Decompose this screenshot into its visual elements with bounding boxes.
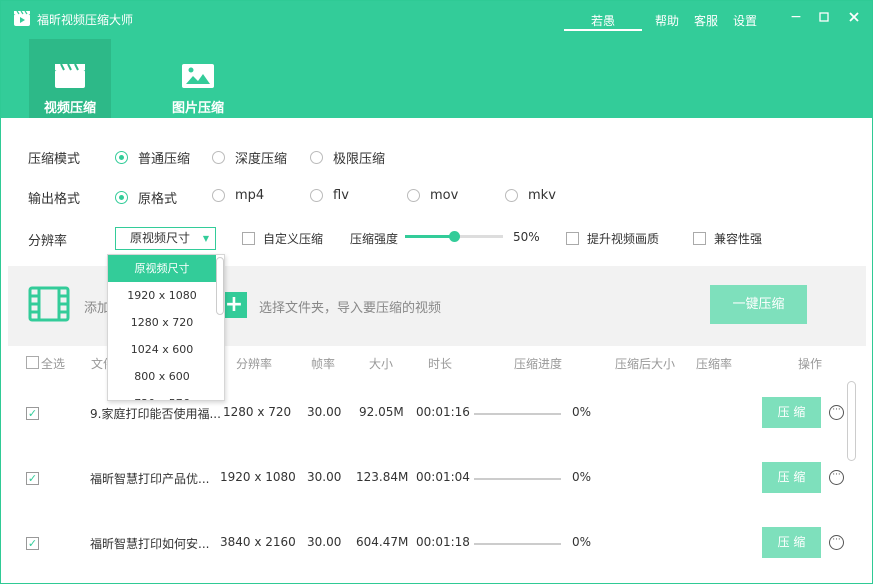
settings-link[interactable]: 设置 <box>733 12 757 29</box>
close-button[interactable] <box>846 8 862 26</box>
dropdown-option[interactable]: 1024 x 600 <box>108 336 216 363</box>
dropdown-option[interactable]: 原视频尺寸 <box>108 255 216 282</box>
table-scrollbar[interactable] <box>847 381 856 461</box>
plus-icon: + <box>224 292 244 317</box>
duration-value: 00:01:18 <box>416 535 470 549</box>
progress-bar <box>474 543 561 545</box>
header-action: 操作 <box>798 357 823 371</box>
app-title: 福昕视频压缩大师 <box>37 13 134 27</box>
table-row[interactable]: ✓ 福昕智慧打印产品优... 1920 x 1080 30.00 123.84M… <box>1 447 846 511</box>
resolution-label: 分辨率 <box>28 234 68 249</box>
mode-normal-radio[interactable]: 普通压缩 <box>115 148 190 167</box>
resolution-value: 3840 x 2160 <box>220 535 296 549</box>
dropdown-option[interactable]: 1280 x 720 <box>108 309 216 336</box>
header-ratio: 压缩率 <box>696 357 733 371</box>
dropdown-option[interactable]: 1920 x 1080 <box>108 282 216 309</box>
fps-value: 30.00 <box>307 535 342 549</box>
header-size: 大小 <box>369 357 394 371</box>
header-select-all[interactable]: 全选 <box>41 355 65 372</box>
progress-bar <box>474 478 561 480</box>
fps-value: 30.00 <box>307 470 342 484</box>
user-name-link[interactable]: 若愚 <box>591 12 615 29</box>
fps-value: 30.00 <box>307 405 342 419</box>
format-label: 输出格式 <box>28 192 81 207</box>
size-value: 92.05M <box>359 405 404 419</box>
maximize-icon <box>819 12 829 22</box>
strength-value: 50% <box>513 230 540 244</box>
mode-extreme-radio[interactable]: 极限压缩 <box>310 148 385 167</box>
clapperboard-icon <box>55 63 85 88</box>
enhance-quality-checkbox[interactable]: 提升视频画质 <box>566 230 659 247</box>
resolution-value: 1920 x 1080 <box>220 470 296 484</box>
dropdown-scrollbar[interactable] <box>216 257 224 315</box>
minimize-button[interactable]: − <box>788 8 804 26</box>
file-name: 9.家庭打印能否使用福... <box>90 407 221 421</box>
format-original-radio[interactable]: 原格式 <box>115 188 177 207</box>
app-logo-icon <box>14 10 30 26</box>
file-name: 福昕智慧打印产品优... <box>90 472 210 486</box>
resolution-dropdown-list: 原视频尺寸 1920 x 1080 1280 x 720 1024 x 600 … <box>107 254 225 401</box>
duration-value: 00:01:04 <box>416 470 470 484</box>
tab-label: 图片压缩 <box>171 101 224 116</box>
one-key-compress-button[interactable]: 一键压缩 <box>710 285 807 324</box>
more-icon[interactable]: ··· <box>829 535 844 550</box>
tab-label: 视频压缩 <box>43 101 96 116</box>
size-value: 123.84M <box>356 470 409 484</box>
row-checkbox[interactable]: ✓ <box>26 407 39 420</box>
table-row[interactable]: ✓ 福昕智慧打印如何安... 3840 x 2160 30.00 604.47M… <box>1 512 846 576</box>
progress-bar <box>474 413 561 415</box>
format-mov-radio[interactable]: mov <box>407 188 458 203</box>
resolution-select-value: 原视频尺寸 <box>130 231 191 245</box>
more-icon[interactable]: ··· <box>829 405 844 420</box>
chevron-down-icon: ▼ <box>202 234 209 243</box>
progress-value: 0% <box>572 405 592 419</box>
size-value: 604.47M <box>356 535 409 549</box>
progress-value: 0% <box>572 535 592 549</box>
slider-handle[interactable] <box>449 231 460 242</box>
select-all-checkbox[interactable] <box>26 356 39 369</box>
options-panel: 压缩模式 普通压缩 深度压缩 极限压缩 输出格式 原格式 mp4 flv mov… <box>1 118 872 265</box>
service-link[interactable]: 客服 <box>694 12 718 29</box>
format-mp4-radio[interactable]: mp4 <box>212 188 264 203</box>
mode-label: 压缩模式 <box>28 152 81 167</box>
format-flv-radio[interactable]: flv <box>310 188 349 203</box>
more-icon[interactable]: ··· <box>829 470 844 485</box>
compress-button[interactable]: 压 缩 <box>762 462 821 493</box>
progress-value: 0% <box>572 470 592 484</box>
header-bar: 福昕视频压缩大师 若愚 帮助 客服 设置 − 视频压缩 图片压缩 <box>1 1 872 118</box>
close-icon <box>849 12 859 22</box>
dropdown-option[interactable]: 720 x 576 <box>108 390 216 400</box>
resolution-select[interactable]: 原视频尺寸 ▼ <box>115 227 216 250</box>
strength-slider[interactable] <box>405 231 503 242</box>
select-folder-text[interactable]: 选择文件夹，导入要压缩的视频 <box>259 297 441 316</box>
dropdown-option[interactable]: 800 x 600 <box>108 363 216 390</box>
resolution-value: 1280 x 720 <box>223 405 292 419</box>
strength-label: 压缩强度 <box>350 232 399 246</box>
tab-image-compress[interactable]: 图片压缩 <box>157 39 239 118</box>
compatibility-checkbox[interactable]: 兼容性强 <box>693 230 762 247</box>
mode-deep-radio[interactable]: 深度压缩 <box>212 148 287 167</box>
header-resolution: 分辨率 <box>236 357 273 371</box>
compress-button[interactable]: 压 缩 <box>762 527 821 558</box>
maximize-button[interactable] <box>816 8 832 26</box>
format-mkv-radio[interactable]: mkv <box>505 188 556 203</box>
user-underline <box>564 29 642 31</box>
duration-value: 00:01:16 <box>416 405 470 419</box>
tab-video-compress[interactable]: 视频压缩 <box>29 39 111 118</box>
row-checkbox[interactable]: ✓ <box>26 537 39 550</box>
help-link[interactable]: 帮助 <box>655 12 679 29</box>
row-checkbox[interactable]: ✓ <box>26 472 39 485</box>
custom-compress-checkbox[interactable]: 自定义压缩 <box>242 230 323 247</box>
film-icon[interactable] <box>28 286 70 322</box>
header-duration: 时长 <box>428 357 453 371</box>
compress-button[interactable]: 压 缩 <box>762 397 821 428</box>
header-compressed-size: 压缩后大小 <box>615 357 676 371</box>
app-window: 福昕视频压缩大师 若愚 帮助 客服 设置 − 视频压缩 图片压缩 压缩模式 普通… <box>0 0 873 584</box>
image-icon <box>182 64 214 88</box>
slider-fill <box>405 235 454 238</box>
header-progress: 压缩进度 <box>514 357 563 371</box>
header-fps: 帧率 <box>311 357 336 371</box>
file-name: 福昕智慧打印如何安... <box>90 537 210 551</box>
